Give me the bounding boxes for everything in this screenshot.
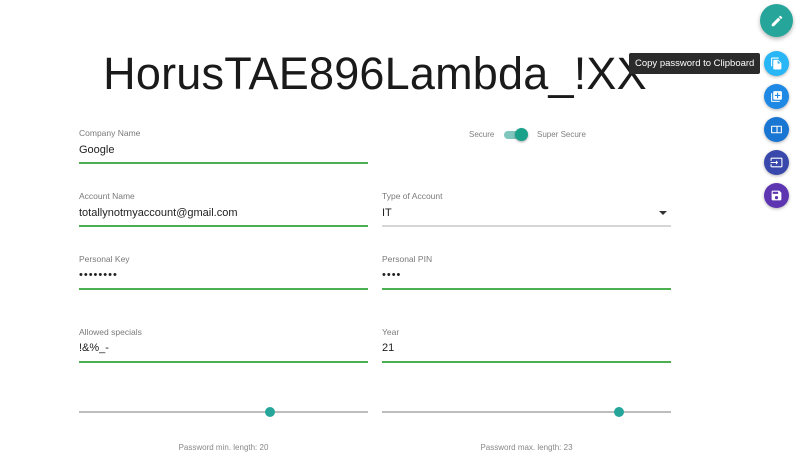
personal-key-underline	[79, 288, 368, 290]
input-button[interactable]	[764, 150, 789, 175]
account-name-input[interactable]: totallynotmyaccount@gmail.com	[79, 207, 238, 219]
wallet-icon	[771, 125, 782, 134]
add-entry-button[interactable]	[764, 84, 789, 109]
personal-key-input[interactable]: ••••••••	[79, 269, 118, 281]
save-button[interactable]	[764, 183, 789, 208]
secure-toggle-thumb[interactable]	[515, 128, 528, 141]
copy-icon	[771, 57, 782, 70]
allowed-specials-label: Allowed specials	[79, 327, 142, 337]
year-underline	[382, 361, 671, 363]
max-length-caption: Password max. length: 23	[480, 443, 573, 452]
account-type-underline	[382, 225, 671, 227]
company-name-field[interactable]: Company Name Google	[79, 128, 368, 164]
company-name-input[interactable]: Google	[79, 144, 114, 156]
allowed-specials-underline	[79, 361, 368, 363]
account-name-field[interactable]: Account Name totallynotmyaccount@gmail.c…	[79, 191, 368, 227]
company-name-underline	[79, 162, 368, 164]
copy-tooltip: Copy password to Clipboard	[629, 53, 761, 74]
save-icon	[771, 190, 782, 201]
min-length-slider[interactable]	[79, 405, 368, 419]
account-type-value[interactable]: IT	[382, 207, 392, 219]
add-box-icon	[771, 91, 782, 102]
personal-pin-underline	[382, 288, 671, 290]
company-name-label: Company Name	[79, 128, 141, 138]
account-name-underline	[79, 225, 368, 227]
pencil-icon	[771, 15, 782, 26]
min-length-track[interactable]	[79, 411, 368, 413]
wallet-button[interactable]	[764, 117, 789, 142]
allowed-specials-input[interactable]: !&%_-	[79, 342, 109, 354]
max-length-slider[interactable]	[382, 405, 671, 419]
personal-key-field[interactable]: Personal Key ••••••••	[79, 254, 368, 290]
personal-pin-input[interactable]: ••••	[382, 269, 401, 281]
account-type-label: Type of Account	[382, 191, 443, 201]
personal-pin-label: Personal PIN	[382, 254, 433, 264]
edit-fab-button[interactable]	[760, 4, 793, 37]
year-field[interactable]: Year 21	[382, 327, 671, 363]
account-name-label: Account Name	[79, 191, 135, 201]
max-length-thumb[interactable]	[613, 407, 624, 417]
account-type-select[interactable]: Type of Account IT	[382, 191, 671, 227]
min-length-caption: Password min. length: 20	[178, 443, 269, 452]
password-generator-page: HorusTAE896Lambda_!XX Company Name Googl…	[0, 0, 800, 458]
year-input[interactable]: 21	[382, 342, 394, 354]
allowed-specials-field[interactable]: Allowed specials !&%_-	[79, 327, 368, 363]
dropdown-arrow-icon[interactable]	[659, 211, 667, 215]
min-length-thumb[interactable]	[264, 407, 275, 417]
year-label: Year	[382, 327, 400, 337]
secure-label: Secure	[469, 130, 495, 139]
super-secure-label: Super Secure	[537, 130, 586, 139]
copy-password-button[interactable]	[764, 51, 789, 76]
max-length-track[interactable]	[382, 411, 671, 413]
personal-key-label: Personal Key	[79, 254, 130, 264]
personal-pin-field[interactable]: Personal PIN ••••	[382, 254, 671, 290]
input-icon	[770, 157, 783, 168]
